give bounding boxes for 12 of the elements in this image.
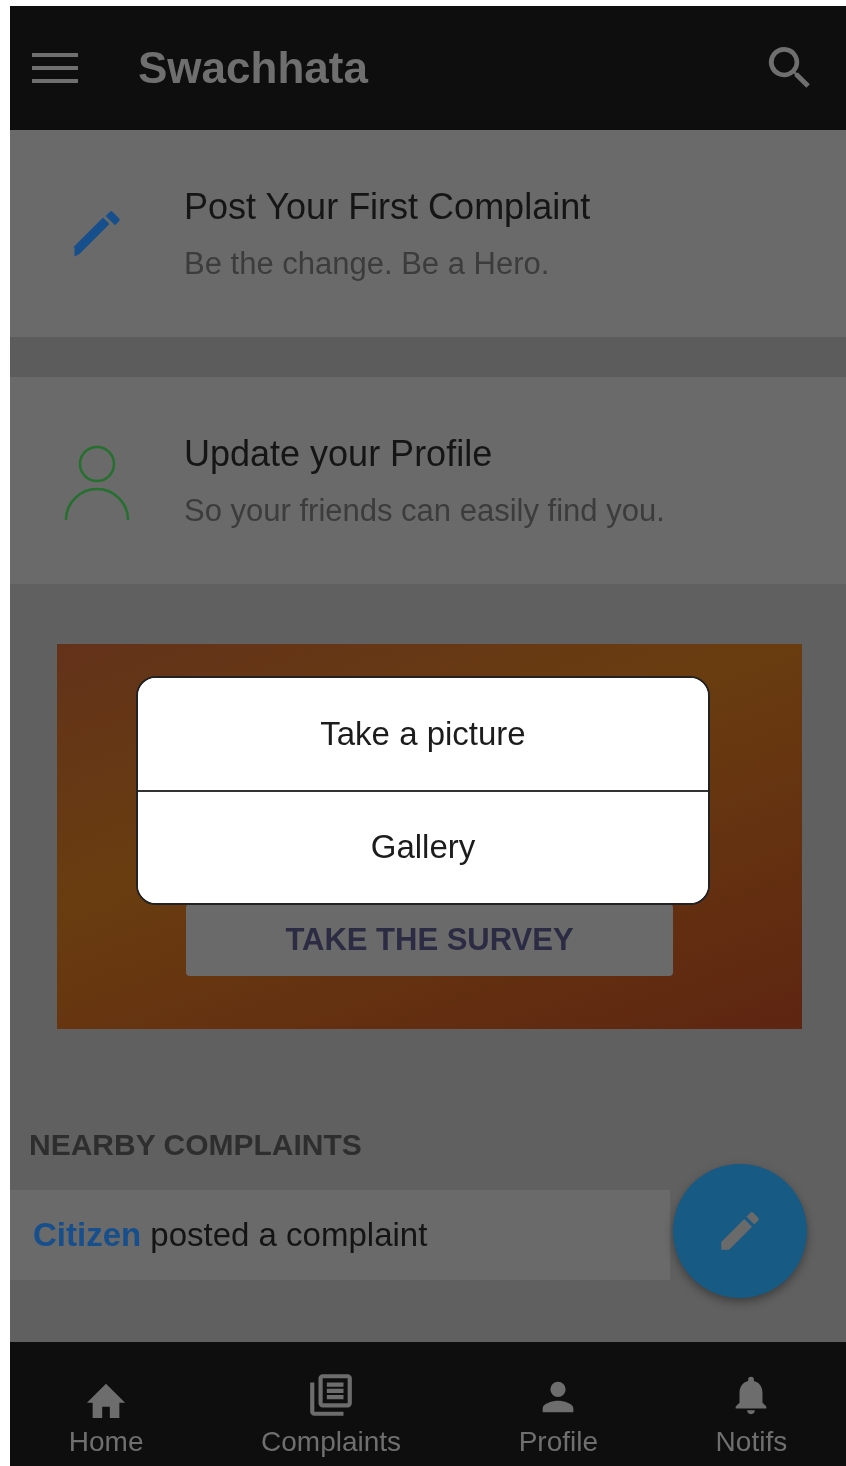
nav-tab[interactable]: Profile [518, 1342, 599, 1466]
survey-button[interactable]: TAKE THE SURVEY [186, 904, 673, 976]
nav-tab[interactable]: Home [68, 1342, 144, 1466]
nav-tab[interactable]: Complaints [261, 1342, 402, 1466]
menu-icon [32, 53, 78, 83]
menu-button[interactable] [32, 53, 78, 83]
card-title: Update your Profile [184, 432, 494, 475]
nav-tab[interactable]: Notifs [715, 1342, 788, 1466]
app-title: Swachhata [138, 43, 370, 93]
feed-row[interactable]: Citizen posted a complaint [10, 1190, 670, 1280]
card-title: Post Your First Complaint [184, 185, 591, 228]
feed-text: Citizen posted a complaint [33, 1216, 428, 1254]
